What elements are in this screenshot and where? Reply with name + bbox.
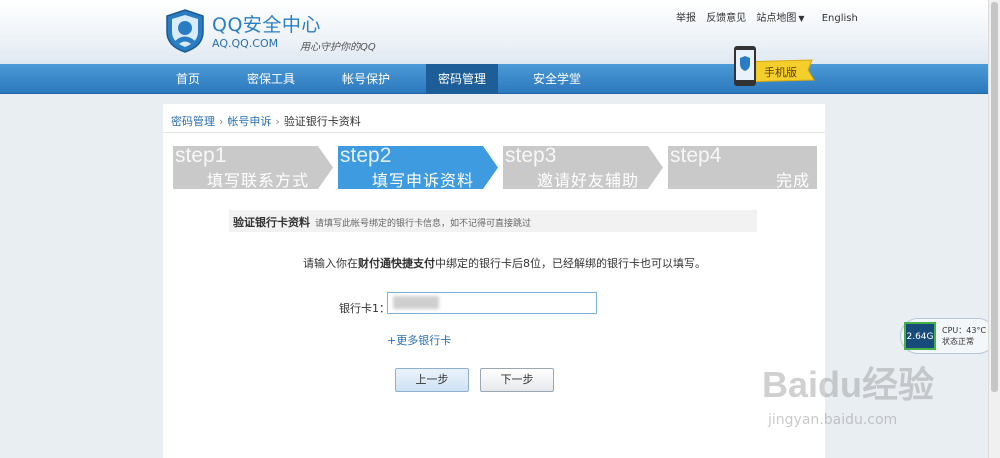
cpu-status: CPU：43°C 状态正常 — [942, 325, 986, 347]
vertical-scrollbar[interactable] — [988, 0, 1000, 458]
prev-step-button[interactable]: 上一步 — [395, 368, 469, 392]
step-2-number: step2 — [340, 146, 392, 167]
breadcrumb-account-appeal[interactable]: 帐号申诉 — [227, 115, 271, 128]
step-3-label: 邀请好友辅助 — [537, 171, 640, 189]
step-1-label: 填写联系方式 — [207, 171, 310, 189]
step-3-number: step3 — [505, 146, 557, 167]
step-3: step3 邀请好友辅助 — [503, 146, 663, 189]
step-1-number: step1 — [175, 146, 227, 167]
add-more-cards-link[interactable]: +更多银行卡 — [387, 332, 451, 348]
mobile-version-badge[interactable]: 手机版 — [722, 44, 817, 90]
step-4: step4 完成 — [668, 146, 817, 189]
top-links: 举报 反馈意见 站点地图 ▼ English — [676, 9, 865, 24]
cpu-state: 状态正常 — [942, 337, 974, 346]
section-title: 验证银行卡资料 — [233, 216, 310, 229]
cpu-monitor-widget[interactable]: 2.64G CPU：43°C 状态正常 — [900, 318, 996, 354]
instruction-prefix: 请输入你在 — [303, 257, 358, 270]
sitemap-link[interactable]: 站点地图 ▼ — [756, 13, 811, 24]
brand-title: QQ安全中心 — [212, 14, 321, 36]
brand-domain: AQ.QQ.COM — [212, 37, 279, 50]
caret-down-icon: ▼ — [798, 14, 805, 23]
section-header: 验证银行卡资料 请填写此帐号绑定的银行卡信息，如不记得可直接跳过 — [229, 210, 757, 232]
bank-card-label: 银行卡1： — [339, 302, 390, 315]
content-panel: 密码管理 › 帐号申诉 › 验证银行卡资料 step1 填写联系方式 step2 填写申… — [163, 104, 825, 458]
section-hint: 请填写此帐号绑定的银行卡信息，如不记得可直接跳过 — [315, 219, 532, 229]
cpu-temp: CPU：43°C — [942, 326, 987, 335]
instruction-bold: 财付通快捷支付 — [358, 257, 435, 270]
breadcrumb-current: 验证银行卡资料 — [283, 115, 361, 128]
step-4-label: 完成 — [776, 171, 811, 189]
nav-password-management[interactable]: 密码管理 — [426, 64, 498, 94]
step-2: step2 填写申诉资料 — [338, 146, 498, 189]
nav-security-school[interactable]: 安全学堂 — [521, 64, 593, 94]
english-link[interactable]: English — [822, 13, 858, 24]
nav-home[interactable]: 首页 — [163, 64, 213, 94]
phone-badge-text: 手机版 — [764, 65, 797, 79]
chevron-right-icon: › — [275, 115, 280, 128]
nav-security-tools[interactable]: 密保工具 — [236, 64, 306, 94]
next-step-button[interactable]: 下一步 — [480, 368, 554, 392]
feedback-link[interactable]: 反馈意见 — [706, 13, 746, 24]
instruction-text: 请输入你在财付通快捷支付中绑定的银行卡后8位，已经解绑的银行卡也可以填写。 — [303, 255, 706, 271]
brand-slogan: 用心守护你的QQ — [300, 42, 376, 53]
chevron-right-icon: › — [219, 115, 224, 128]
step-progress: step1 填写联系方式 step2 填写申诉资料 step3 邀请好友辅助 s… — [173, 146, 817, 189]
scrollbar-thumb[interactable] — [991, 2, 998, 392]
report-link[interactable]: 举报 — [676, 13, 696, 24]
breadcrumb-password-management[interactable]: 密码管理 — [171, 115, 215, 128]
step-1: step1 填写联系方式 — [173, 146, 333, 189]
redacted-value-mask — [393, 296, 439, 309]
divider — [163, 132, 825, 133]
breadcrumb: 密码管理 › 帐号申诉 › 验证银行卡资料 — [171, 113, 361, 129]
watermark-url: jingyan.baidu.com — [768, 412, 898, 428]
baidu-watermark: Baidu经验 jingyan.baidu.com — [762, 352, 962, 442]
step-2-label: 填写申诉资料 — [372, 171, 475, 189]
instruction-suffix: 中绑定的银行卡后8位，已经解绑的银行卡也可以填写。 — [435, 257, 706, 270]
cpu-speed-chip: 2.64G — [904, 322, 936, 350]
qq-shield-logo-icon[interactable] — [163, 8, 207, 54]
watermark-text: Baidu经验 — [762, 364, 935, 405]
main-nav: 首页 密保工具 帐号保护 密码管理 安全学堂 — [0, 64, 988, 94]
step-4-number: step4 — [670, 146, 722, 167]
nav-account-protection[interactable]: 帐号保护 — [331, 64, 401, 94]
sitemap-label: 站点地图 — [756, 13, 797, 24]
